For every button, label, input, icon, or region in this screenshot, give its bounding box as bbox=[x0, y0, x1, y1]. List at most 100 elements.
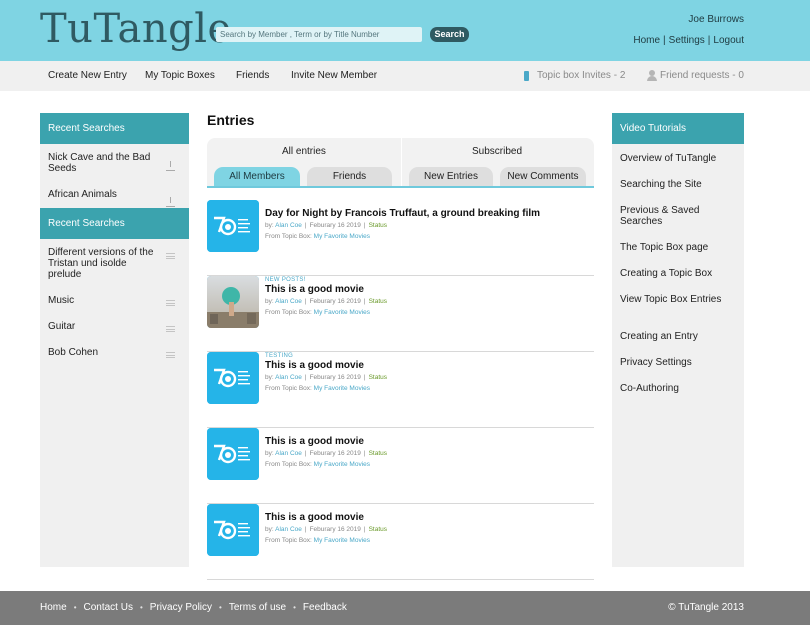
recent-search-item[interactable]: Nick Cave and the Bad Seeds bbox=[40, 152, 189, 174]
footer-privacy-link[interactable]: Privacy Policy bbox=[150, 602, 212, 613]
tab-all-members[interactable]: All Members bbox=[214, 167, 300, 186]
separator-dot: • bbox=[73, 603, 77, 612]
topic-box-invites[interactable]: Topic box Invites - 2 bbox=[524, 70, 625, 81]
logout-link[interactable]: Logout bbox=[713, 35, 744, 46]
entry-date: Feburary 16 2019 bbox=[309, 450, 361, 457]
status-link[interactable]: Status bbox=[369, 526, 387, 533]
topic-box-icon bbox=[524, 70, 529, 81]
status-link[interactable]: Status bbox=[369, 374, 387, 381]
download-icon[interactable] bbox=[166, 161, 175, 171]
tutorial-link[interactable]: Creating an Entry bbox=[620, 331, 730, 342]
recent-search-item[interactable]: Music bbox=[40, 295, 189, 306]
recent-search-label: Guitar bbox=[48, 321, 76, 332]
recent-search-item[interactable]: African Animals bbox=[40, 189, 189, 207]
footer-home-link[interactable]: Home bbox=[40, 602, 67, 613]
entry-title[interactable]: Day for Night by Francois Truffaut, a gr… bbox=[265, 208, 585, 220]
by-label: by: bbox=[265, 374, 274, 381]
topic-box-link[interactable]: My Favorite Movies bbox=[314, 309, 370, 316]
author-link[interactable]: Alan Coe bbox=[275, 374, 302, 381]
tab-new-comments[interactable]: New Comments bbox=[500, 167, 586, 186]
author-link[interactable]: Alan Coe bbox=[275, 222, 302, 229]
meta-separator: | bbox=[363, 298, 366, 305]
nav-invite-new-member[interactable]: Invite New Member bbox=[291, 70, 377, 81]
topic-box-link[interactable]: My Favorite Movies bbox=[314, 385, 370, 392]
nav-my-topic-boxes[interactable]: My Topic Boxes bbox=[145, 70, 215, 81]
entry-date: Feburary 16 2019 bbox=[309, 298, 361, 305]
tutorial-link[interactable]: Privacy Settings bbox=[620, 357, 730, 368]
entry-date: Feburary 16 2019 bbox=[309, 526, 361, 533]
drag-handle-icon[interactable] bbox=[166, 300, 175, 306]
entry-meta: by: Alan Coe | Feburary 16 2019 | Status bbox=[265, 296, 585, 307]
entry-title[interactable]: This is a good movie bbox=[265, 284, 585, 296]
search-button[interactable]: Search bbox=[430, 27, 469, 42]
entry-tag bbox=[265, 504, 585, 512]
entry-title[interactable]: This is a good movie bbox=[265, 512, 585, 524]
author-link[interactable]: Alan Coe bbox=[275, 298, 302, 305]
drag-handle-icon[interactable] bbox=[166, 253, 175, 259]
meta-separator: | bbox=[363, 526, 366, 533]
all-entries-label: All entries bbox=[282, 146, 326, 157]
entry-row[interactable]: Day for Night by Francois Truffaut, a gr… bbox=[207, 200, 594, 276]
by-label: by: bbox=[265, 450, 274, 457]
separator-dot: • bbox=[219, 603, 222, 612]
nav-create-new-entry[interactable]: Create New Entry bbox=[48, 70, 127, 81]
author-link[interactable]: Alan Coe bbox=[275, 526, 302, 533]
entry-meta: by: Alan Coe | Feburary 16 2019 | Status bbox=[265, 524, 585, 535]
from-label: From Topic Box: bbox=[265, 233, 312, 240]
recent-search-item[interactable]: Different versions of the Tristan und is… bbox=[40, 247, 189, 280]
entry-title[interactable]: This is a good movie bbox=[265, 436, 585, 448]
tutorial-link[interactable]: Overview of TuTangle bbox=[620, 153, 730, 164]
tutorial-link[interactable]: Co-Authoring bbox=[620, 383, 730, 394]
entry-topic-box: From Topic Box: My Favorite Movies bbox=[265, 307, 585, 318]
settings-link[interactable]: Settings bbox=[669, 35, 705, 46]
nav-friends[interactable]: Friends bbox=[236, 70, 269, 81]
friend-requests[interactable]: Friend requests - 0 bbox=[647, 70, 744, 81]
entry-thumbnail-logo[interactable] bbox=[207, 428, 259, 480]
tutorial-link[interactable]: View Topic Box Entries bbox=[620, 294, 730, 305]
status-link[interactable]: Status bbox=[369, 222, 387, 229]
tutorial-link[interactable]: Previous & Saved Searches bbox=[620, 205, 730, 227]
meta-separator: | bbox=[304, 450, 307, 457]
entry-topic-box: From Topic Box: My Favorite Movies bbox=[265, 535, 585, 546]
topic-box-link[interactable]: My Favorite Movies bbox=[314, 233, 370, 240]
download-icon[interactable] bbox=[166, 197, 175, 207]
entry-topic-box: From Topic Box: My Favorite Movies bbox=[265, 231, 585, 242]
entry-row[interactable]: NEW POSTS! This is a good movie by: Alan C… bbox=[207, 276, 594, 352]
recent-search-item[interactable]: Bob Cohen bbox=[40, 347, 189, 358]
drag-handle-icon[interactable] bbox=[166, 352, 175, 358]
topic-box-link[interactable]: My Favorite Movies bbox=[314, 461, 370, 468]
entry-meta: by: Alan Coe | Feburary 16 2019 | Status bbox=[265, 220, 585, 231]
entry-row[interactable]: This is a good movie by: Alan Coe | Feburar… bbox=[207, 504, 594, 580]
footer-contact-link[interactable]: Contact Us bbox=[84, 602, 133, 613]
recent-search-item[interactable]: Guitar bbox=[40, 321, 189, 332]
search-input[interactable] bbox=[216, 27, 422, 42]
entry-row[interactable]: This is a good movie by: Alan Coe | Feburar… bbox=[207, 428, 594, 504]
entry-thumbnail-logo[interactable] bbox=[207, 200, 259, 252]
tab-new-entries[interactable]: New Entries bbox=[409, 167, 493, 186]
tab-friends[interactable]: Friends bbox=[307, 167, 392, 186]
entry-text: NEW POSTS! This is a good movie by: Alan C… bbox=[265, 276, 585, 318]
entry-thumbnail-photo[interactable] bbox=[207, 276, 259, 328]
tutorial-link[interactable]: Searching the Site bbox=[620, 179, 730, 190]
site-logo[interactable]: TuTangle bbox=[40, 6, 232, 52]
user-name[interactable]: Joe Burrows bbox=[688, 14, 744, 25]
status-link[interactable]: Status bbox=[369, 450, 387, 457]
friend-requests-label: Friend requests - 0 bbox=[660, 70, 744, 81]
footer-terms-link[interactable]: Terms of use bbox=[229, 602, 286, 613]
topic-box-link[interactable]: My Favorite Movies bbox=[314, 537, 370, 544]
topic-box-invites-label: Topic box Invites - 2 bbox=[537, 70, 626, 81]
entry-thumbnail-logo[interactable] bbox=[207, 504, 259, 556]
entry-tag: NEW POSTS! bbox=[265, 277, 306, 283]
drag-handle-icon[interactable] bbox=[166, 326, 175, 332]
meta-separator: | bbox=[363, 222, 366, 229]
author-link[interactable]: Alan Coe bbox=[275, 450, 302, 457]
meta-separator: | bbox=[304, 298, 307, 305]
footer-feedback-link[interactable]: Feedback bbox=[303, 602, 347, 613]
entry-title[interactable]: This is a good movie bbox=[265, 360, 585, 372]
entry-row[interactable]: TESTING This is a good movie by: Alan Coe |… bbox=[207, 352, 594, 428]
entry-thumbnail-logo[interactable] bbox=[207, 352, 259, 404]
status-link[interactable]: Status bbox=[369, 298, 387, 305]
tutorial-link[interactable]: The Topic Box page bbox=[620, 242, 730, 253]
home-link[interactable]: Home bbox=[633, 35, 660, 46]
tutorial-link[interactable]: Creating a Topic Box bbox=[620, 268, 730, 279]
